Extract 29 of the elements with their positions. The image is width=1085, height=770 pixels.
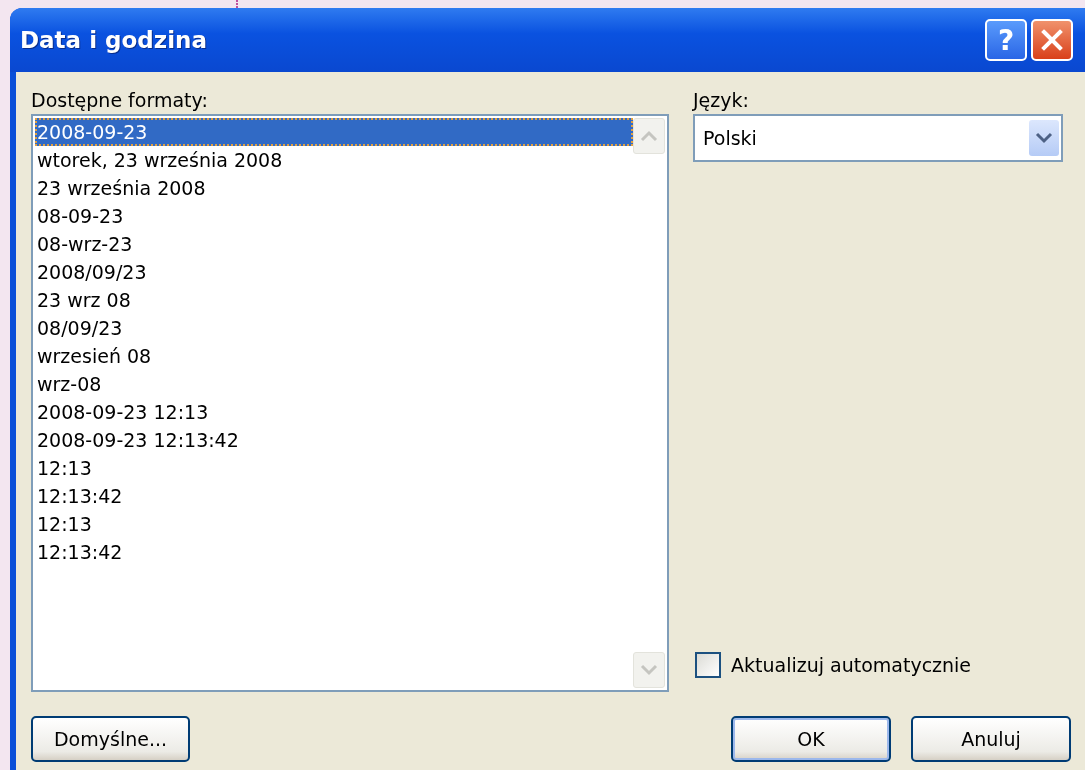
format-item[interactable]: 2008/09/23	[35, 258, 633, 286]
close-button[interactable]	[1031, 19, 1073, 61]
cancel-button[interactable]: Anuluj	[911, 716, 1071, 762]
checkbox[interactable]	[695, 652, 721, 678]
format-item[interactable]: 12:13	[35, 510, 633, 538]
checkbox-label: Aktualizuj automatycznie	[731, 654, 972, 676]
format-item[interactable]: 08-wrz-23	[35, 230, 633, 258]
format-item[interactable]: 12:13:42	[35, 482, 633, 510]
close-icon	[1040, 28, 1064, 52]
formats-list[interactable]: 2008-09-23 wtorek, 23 września 2008 23 września 2008 08-09-23 08-wrz-23 2008/09/23 23 wrz 08 08/09/23 wrzesień 08 wrz-08 2008-09-23 12:13 2008-09-23 12:13:42 12:13 12:13:42 12:13 12:13:42	[31, 114, 669, 692]
format-item[interactable]: wrzesień 08	[35, 342, 633, 370]
format-item[interactable]: 2008-09-23	[35, 118, 633, 146]
language-dropdown[interactable]: Polski	[693, 114, 1063, 162]
ok-button[interactable]: OK	[731, 716, 891, 762]
help-button[interactable]: ?	[985, 19, 1027, 61]
format-item[interactable]: 08-09-23	[35, 202, 633, 230]
format-item[interactable]: 2008-09-23 12:13:42	[35, 426, 633, 454]
format-item[interactable]: 2008-09-23 12:13	[35, 398, 633, 426]
language-label: Język:	[693, 88, 749, 113]
formats-label: Dostępne formaty:	[31, 88, 208, 113]
format-item[interactable]: 08/09/23	[35, 314, 633, 342]
format-item[interactable]: 23 września 2008	[35, 174, 633, 202]
format-item[interactable]: 12:13	[35, 454, 633, 482]
window-title: Data i godzina	[20, 27, 207, 53]
defaults-button[interactable]: Domyślne...	[31, 716, 190, 762]
format-item[interactable]: wrz-08	[35, 370, 633, 398]
format-item[interactable]: 23 wrz 08	[35, 286, 633, 314]
format-item[interactable]: wtorek, 23 września 2008	[35, 146, 633, 174]
format-item[interactable]: 12:13:42	[35, 538, 633, 566]
